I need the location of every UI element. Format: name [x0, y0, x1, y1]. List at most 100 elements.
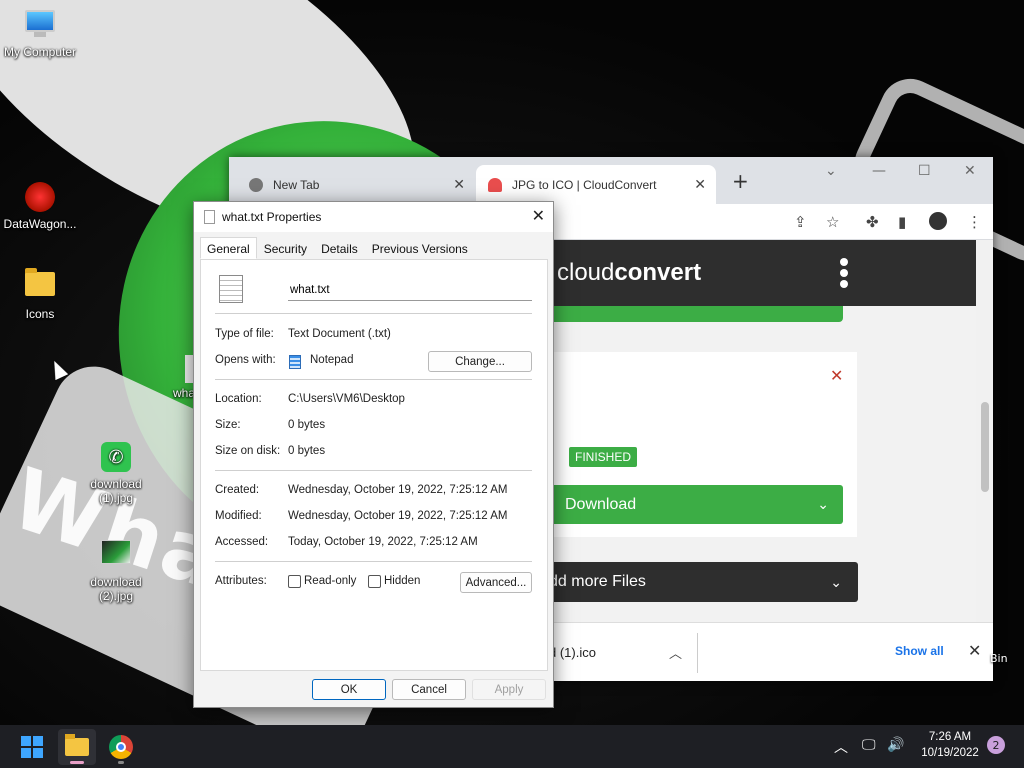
volume-icon[interactable]: 🔊	[887, 737, 904, 753]
cloudconvert-logo[interactable]: cloudconvert	[557, 259, 701, 287]
scrollbar-thumb[interactable]	[981, 402, 989, 492]
desktop-icon-icons-folder[interactable]: Icons	[0, 268, 80, 321]
desktop-icon-label: wha	[173, 386, 196, 400]
location-label: Location:	[215, 393, 262, 405]
advanced-button[interactable]: Advanced...	[460, 572, 532, 593]
logo-text-light: cloud	[557, 259, 615, 286]
star-icon[interactable]: ☆	[826, 213, 839, 231]
whatsapp-icon: ✆	[100, 442, 132, 474]
read-only-label: Read-only	[304, 575, 357, 587]
cancel-button[interactable]: Cancel	[392, 679, 466, 700]
change-button[interactable]: Change...	[428, 351, 532, 372]
hidden-checkbox[interactable]	[368, 575, 381, 588]
chevron-up-icon[interactable]: ︿	[834, 737, 848, 757]
divider	[215, 561, 532, 562]
accessed-value: Today, October 19, 2022, 7:25:12 AM	[288, 536, 478, 548]
text-file-icon	[204, 210, 215, 224]
share-icon[interactable]: ⇪	[794, 213, 807, 231]
datawagon-icon	[24, 182, 56, 214]
previous-download-button[interactable]	[539, 306, 843, 322]
apply-button[interactable]: Apply	[472, 679, 546, 700]
chrome-icon	[249, 177, 263, 192]
monitor-icon	[24, 10, 56, 42]
modified-label: Modified:	[215, 510, 262, 522]
dialog-tabs: General Security Details Previous Versio…	[200, 237, 475, 259]
close-icon[interactable]: ✕	[694, 176, 706, 193]
profile-icon[interactable]	[929, 212, 947, 230]
add-more-files-button[interactable]: dd more Files ⌄	[539, 562, 858, 602]
taskbar-file-explorer[interactable]	[58, 729, 96, 765]
divider	[215, 379, 532, 380]
opens-with-label: Opens with:	[215, 354, 276, 366]
tab-previous-versions[interactable]: Previous Versions	[365, 237, 475, 259]
desktop-icon-label: DataWagon...	[3, 217, 77, 231]
location-value: C:\Users\VM6\Desktop	[288, 393, 405, 405]
ok-button[interactable]: OK	[312, 679, 386, 700]
new-tab-button[interactable]: +	[732, 169, 749, 193]
sidebar-icon[interactable]: ▮	[898, 213, 906, 231]
chevron-down-icon[interactable]: ⌄	[825, 163, 837, 179]
network-icon[interactable]: 🖵	[862, 737, 876, 753]
clock-date: 10/19/2022	[921, 747, 979, 759]
accessed-label: Accessed:	[215, 536, 269, 548]
clock-time: 7:26 AM	[928, 731, 972, 743]
cloudconvert-icon	[488, 177, 502, 192]
page-scrollbar[interactable]	[976, 240, 993, 622]
running-indicator	[70, 761, 84, 764]
close-window-icon[interactable]: ✕	[964, 163, 976, 179]
taskbar: ︿ 🖵 🔊 7:26 AM 10/19/2022 2	[0, 725, 1024, 768]
desktop-icon-download-1[interactable]: ✆ download (1).jpg	[76, 442, 156, 505]
tab-general[interactable]: General	[200, 237, 257, 259]
close-icon[interactable]: ✕	[968, 641, 981, 660]
chrome-tab-bar: New Tab ✕ JPG to ICO | CloudConvert ✕ + …	[229, 157, 993, 204]
kebab-menu-icon[interactable]	[840, 258, 850, 291]
desktop-icon-my-computer[interactable]: My Computer	[0, 8, 80, 59]
close-icon[interactable]: ✕	[453, 176, 465, 193]
folder-icon	[24, 268, 56, 304]
image-icon	[100, 540, 132, 572]
divider	[215, 313, 532, 314]
tab-security[interactable]: Security	[257, 237, 314, 259]
downloaded-file-name[interactable]: d (1).ico	[549, 645, 596, 660]
close-icon[interactable]: ✕	[532, 206, 545, 226]
size-on-disk-label: Size on disk:	[215, 445, 281, 457]
created-label: Created:	[215, 484, 260, 496]
tab-new-tab[interactable]: New Tab ✕	[237, 165, 475, 204]
maximize-icon[interactable]: ☐	[918, 163, 931, 179]
desktop-icon-label: download (2).jpg	[90, 575, 142, 603]
size-label: Size:	[215, 419, 241, 431]
download-button[interactable]: Download ⌄	[549, 485, 843, 524]
desktop-icon-datawagon[interactable]: DataWagon...	[0, 182, 80, 231]
size-value: 0 bytes	[288, 419, 326, 431]
tab-cloudconvert[interactable]: JPG to ICO | CloudConvert ✕	[476, 165, 716, 204]
chrome-icon	[109, 735, 133, 759]
hidden-label: Hidden	[384, 575, 421, 587]
notepad-icon	[289, 355, 301, 369]
tab-title: New Tab	[273, 177, 320, 192]
remove-file-icon[interactable]: ✕	[830, 366, 843, 385]
desktop-icon-label: My Computer	[3, 45, 77, 59]
type-label: Type of file:	[215, 328, 274, 340]
modified-value: Wednesday, October 19, 2022, 7:25:12 AM	[288, 510, 508, 522]
divider	[215, 470, 532, 471]
start-button[interactable]	[13, 729, 51, 765]
desktop-icon-what-txt[interactable]: wha	[155, 355, 197, 400]
extensions-icon[interactable]: ✤	[866, 213, 879, 231]
read-only-checkbox[interactable]	[288, 575, 301, 588]
chevron-up-icon[interactable]: ︿	[669, 643, 682, 662]
notification-badge[interactable]: 2	[987, 736, 1005, 754]
minimize-icon[interactable]: —	[872, 163, 886, 179]
more-menu-icon[interactable]: ⋮	[967, 213, 982, 231]
clock[interactable]: 7:26 AM 10/19/2022	[915, 729, 985, 761]
size-on-disk-value: 0 bytes	[288, 445, 326, 457]
attributes-label: Attributes:	[215, 575, 267, 587]
status-badge: FINISHED	[569, 447, 638, 467]
show-all-link[interactable]: Show all	[895, 644, 944, 658]
dialog-title-bar: what.txt Properties ✕	[194, 202, 553, 232]
taskbar-chrome[interactable]	[102, 729, 140, 765]
file-name-input[interactable]	[288, 279, 532, 301]
tab-title: JPG to ICO | CloudConvert	[512, 177, 657, 192]
chevron-down-icon: ⌄	[817, 496, 829, 512]
tab-details[interactable]: Details	[314, 237, 365, 259]
desktop-icon-download-2[interactable]: download (2).jpg	[76, 536, 156, 603]
